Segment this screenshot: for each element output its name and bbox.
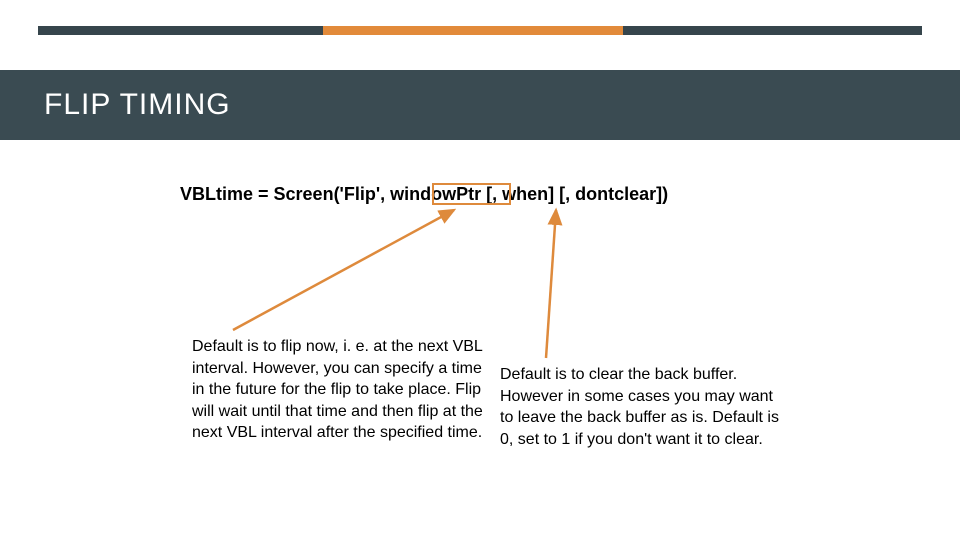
explanation-when: Default is to flip now, i. e. at the nex… [192,336,492,444]
arrow-to-dontclear [546,210,556,358]
page-title: FLIP TIMING [44,88,231,122]
slide: FLIP TIMING VBLtime = Screen('Flip', win… [0,0,960,540]
stripe-segment-dark-left [38,26,323,35]
stripe-segment-dark-right [623,26,922,35]
code-signature: VBLtime = Screen('Flip', windowPtr [, wh… [180,184,668,205]
decorative-top-stripe [38,26,922,35]
explanation-dontclear: Default is to clear the back buffer. How… [500,364,790,450]
stripe-segment-orange [323,26,623,35]
title-band: FLIP TIMING [0,70,960,140]
arrow-to-when [233,210,454,330]
highlight-box-when [432,183,511,205]
